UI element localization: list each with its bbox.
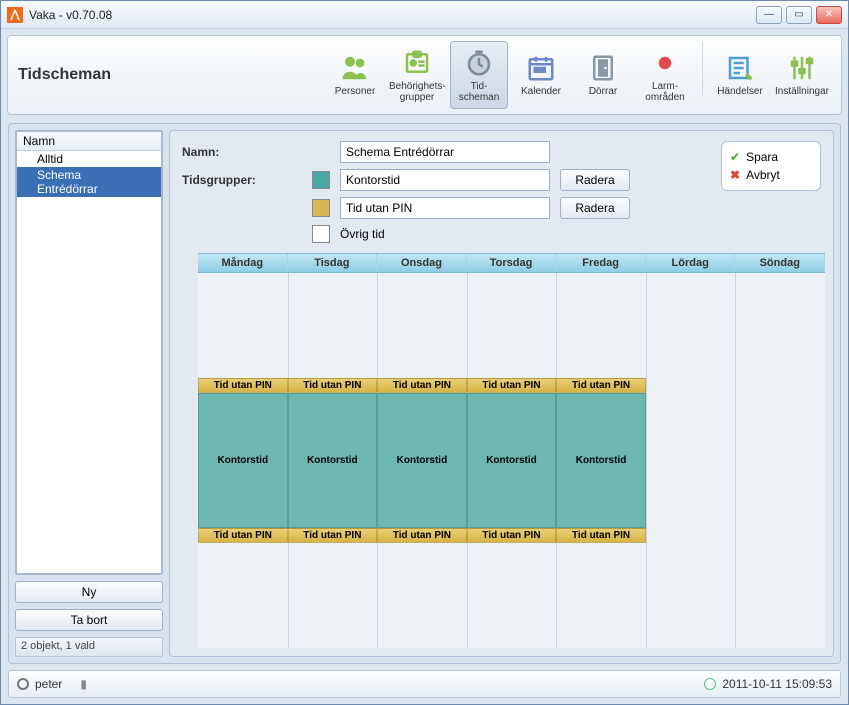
delete-group2-button[interactable]: Radera: [560, 197, 630, 219]
day-header: Söndag: [735, 254, 825, 272]
toolbar-handelser[interactable]: Händelser: [711, 41, 769, 109]
block-kontorstid[interactable]: Kontorstid: [377, 393, 467, 528]
calendar-icon: [526, 53, 556, 83]
group3-label: Övrig tid: [340, 227, 550, 241]
block-pin[interactable]: Tid utan PIN: [556, 378, 646, 393]
new-button[interactable]: Ny: [15, 581, 163, 603]
group2-input[interactable]: [340, 197, 550, 219]
app-icon: ⋀: [7, 7, 23, 23]
toolbar-dorrar[interactable]: Dörrar: [574, 41, 632, 109]
main-toolbar: Tidscheman Personer Behörighets- grupper…: [7, 35, 842, 115]
statusbar: peter ▮ 2011-10-11 15:09:53: [8, 670, 841, 698]
toolbar-tidscheman[interactable]: Tid- scheman: [450, 41, 508, 109]
list-item[interactable]: Alltid: [17, 151, 161, 167]
tidsgrupper-label: Tidsgrupper:: [182, 173, 302, 187]
name-label: Namn:: [182, 145, 302, 159]
user-icon: [17, 678, 29, 690]
block-pin[interactable]: Tid utan PIN: [288, 528, 378, 543]
group1-input[interactable]: [340, 169, 550, 191]
toolbar-behorighet[interactable]: Behörighets- grupper: [388, 41, 446, 109]
alarm-icon: [650, 48, 680, 78]
door-icon: [588, 53, 618, 83]
color-swatch-3: [312, 225, 330, 243]
delete-button[interactable]: Ta bort: [15, 609, 163, 631]
block-pin[interactable]: Tid utan PIN: [198, 528, 288, 543]
settings-icon: [787, 53, 817, 83]
cancel-button[interactable]: ✖ Avbryt: [730, 166, 812, 184]
day-header: Torsdag: [467, 254, 557, 272]
app-window: ⋀ Vaka - v0.70.08 — ▭ ✕ Tidscheman Perso…: [0, 0, 849, 705]
schedule-list[interactable]: Namn Alltid Schema Entrédörrar: [15, 130, 163, 575]
status-user: peter: [35, 677, 62, 691]
block-pin[interactable]: Tid utan PIN: [467, 378, 557, 393]
check-icon: ✔: [730, 150, 740, 164]
window-title: Vaka - v0.70.08: [29, 8, 112, 22]
minimize-button[interactable]: —: [756, 6, 782, 24]
sidebar: Namn Alltid Schema Entrédörrar Ny Ta bor…: [15, 130, 163, 657]
cross-icon: ✖: [730, 168, 740, 182]
block-pin[interactable]: Tid utan PIN: [556, 528, 646, 543]
toolbar-personer[interactable]: Personer: [326, 41, 384, 109]
detail-panel: Namn: Tidsgrupper: Radera Radera Övrig t…: [169, 130, 834, 657]
block-kontorstid[interactable]: Kontorstid: [467, 393, 557, 528]
block-kontorstid[interactable]: Kontorstid: [556, 393, 646, 528]
day-header-row: Måndag Tisdag Onsdag Torsdag Fredag Lörd…: [198, 253, 825, 273]
day-header: Måndag: [198, 254, 288, 272]
block-kontorstid[interactable]: Kontorstid: [288, 393, 378, 528]
day-header: Fredag: [556, 254, 646, 272]
name-input[interactable]: [340, 141, 550, 163]
grid-body[interactable]: Tid utan PINKontorstidTid utan PINTid ut…: [198, 273, 825, 648]
close-button[interactable]: ✕: [816, 6, 842, 24]
list-item[interactable]: Schema Entrédörrar: [17, 167, 161, 197]
block-pin[interactable]: Tid utan PIN: [288, 378, 378, 393]
clock-small-icon: [704, 678, 716, 690]
block-pin[interactable]: Tid utan PIN: [198, 378, 288, 393]
block-pin[interactable]: Tid utan PIN: [377, 378, 467, 393]
block-kontorstid[interactable]: Kontorstid: [198, 393, 288, 528]
titlebar: ⋀ Vaka - v0.70.08 — ▭ ✕: [1, 1, 848, 29]
maximize-button[interactable]: ▭: [786, 6, 812, 24]
block-pin[interactable]: Tid utan PIN: [467, 528, 557, 543]
content-area: Namn Alltid Schema Entrédörrar Ny Ta bor…: [8, 123, 841, 664]
status-datetime: 2011-10-11 15:09:53: [722, 677, 832, 691]
schedule-grid[interactable]: Måndag Tisdag Onsdag Torsdag Fredag Lörd…: [198, 253, 825, 648]
toolbar-kalender[interactable]: Kalender: [512, 41, 570, 109]
save-button[interactable]: ✔ Spara: [730, 148, 812, 166]
page-title: Tidscheman: [18, 66, 111, 84]
color-swatch-2: [312, 199, 330, 217]
server-icon: ▮: [80, 677, 87, 691]
day-header: Onsdag: [377, 254, 467, 272]
block-pin[interactable]: Tid utan PIN: [377, 528, 467, 543]
events-icon: [725, 53, 755, 83]
delete-group1-button[interactable]: Radera: [560, 169, 630, 191]
color-swatch-1: [312, 171, 330, 189]
people-icon: [340, 53, 370, 83]
list-status: 2 objekt, 1 vald: [15, 637, 163, 657]
toolbar-larm[interactable]: Larm- områden: [636, 41, 694, 109]
list-header: Namn: [17, 132, 161, 151]
day-header: Tisdag: [288, 254, 378, 272]
action-box: ✔ Spara ✖ Avbryt: [721, 141, 821, 191]
badge-icon: [402, 48, 432, 78]
toolbar-separator: [702, 41, 703, 97]
day-header: Lördag: [646, 254, 736, 272]
clock-icon: [464, 48, 494, 78]
toolbar-installningar[interactable]: Inställningar: [773, 41, 831, 109]
